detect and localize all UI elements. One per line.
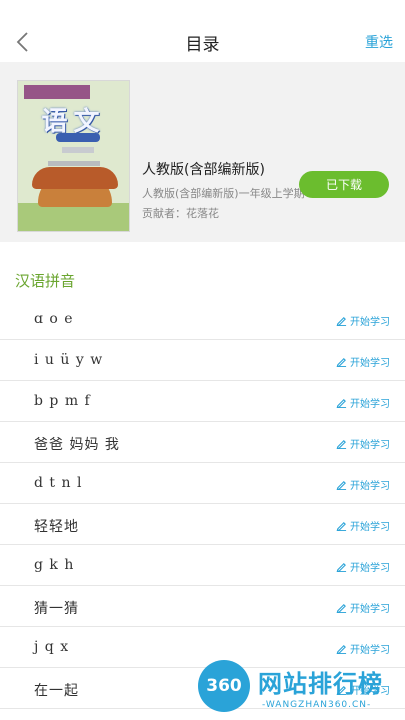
start-learning-label: 开始学习 [350, 440, 390, 451]
lesson-label: 爸爸 妈妈 我 [34, 437, 120, 453]
start-learning-label: 开始学习 [350, 358, 390, 369]
pencil-icon [336, 685, 347, 695]
book-name: 人教版(含部编新版) [142, 162, 265, 178]
start-learning-label: 开始学习 [350, 686, 390, 697]
chevron-left-icon [16, 32, 28, 52]
pencil-icon [336, 439, 347, 449]
pencil-icon [336, 562, 347, 572]
lesson-row[interactable]: d t n l 开始学习 [0, 463, 405, 504]
lesson-label: 在一起 [34, 683, 79, 699]
start-learning-label: 开始学习 [350, 481, 390, 492]
start-learning-label: 开始学习 [350, 317, 390, 328]
lesson-label: i u ü y w [34, 352, 104, 368]
lesson-row[interactable]: 在一起 开始学习 [0, 668, 405, 709]
lesson-row[interactable]: ɑ o e 开始学习 [0, 299, 405, 340]
start-learning-label: 开始学习 [350, 399, 390, 410]
lesson-label: g k h [34, 557, 75, 573]
lesson-label: ɑ o e [34, 311, 74, 327]
start-learning-button[interactable]: 开始学习 [336, 559, 390, 574]
lesson-label: 轻轻地 [34, 519, 79, 535]
start-learning-button[interactable]: 开始学习 [336, 641, 390, 656]
section-title: 汉语拼音 [15, 272, 76, 290]
lesson-row[interactable]: j q x 开始学习 [0, 627, 405, 668]
pencil-icon [336, 521, 347, 531]
lesson-row[interactable]: i u ü y w 开始学习 [0, 340, 405, 381]
lesson-row[interactable]: 猜一猜 开始学习 [0, 586, 405, 627]
start-learning-button[interactable]: 开始学习 [336, 518, 390, 533]
start-learning-label: 开始学习 [350, 604, 390, 615]
lesson-list: ɑ o e 开始学习 i u ü y w 开始学习 b p m f 开始学习 爸爸 妈妈 我… [0, 299, 405, 709]
cover-roof [32, 167, 118, 189]
pencil-icon [336, 316, 347, 326]
pencil-icon [336, 398, 347, 408]
pencil-icon [336, 480, 347, 490]
downloaded-button[interactable]: 已下载 [299, 171, 389, 198]
start-learning-label: 开始学习 [350, 563, 390, 574]
reset-button[interactable]: 重选 [365, 32, 393, 52]
start-learning-button[interactable]: 开始学习 [336, 477, 390, 492]
book-edition: 人教版(含部编新版)一年级上学期 [142, 187, 305, 200]
pencil-icon [336, 603, 347, 613]
cover-subtitle-band [56, 133, 100, 142]
start-learning-button[interactable]: 开始学习 [336, 395, 390, 410]
book-info-panel: 语文 人教版(含部编新版) 人教版(含部编新版)一年级上学期 贡献者：花落花 [0, 62, 405, 242]
start-learning-button[interactable]: 开始学习 [336, 436, 390, 451]
lesson-row[interactable]: 爸爸 妈妈 我 开始学习 [0, 422, 405, 463]
lesson-label: j q x [34, 639, 70, 655]
start-learning-label: 开始学习 [350, 522, 390, 533]
book-cover-image: 语文 [17, 80, 130, 232]
lesson-row[interactable]: g k h 开始学习 [0, 545, 405, 586]
start-learning-button[interactable]: 开始学习 [336, 682, 390, 697]
cover-banner [24, 85, 90, 99]
pencil-icon [336, 357, 347, 367]
pencil-icon [336, 644, 347, 654]
lesson-row[interactable]: 轻轻地 开始学习 [0, 504, 405, 545]
back-button[interactable] [8, 28, 36, 56]
lesson-label: 猜一猜 [34, 601, 79, 617]
start-learning-button[interactable]: 开始学习 [336, 354, 390, 369]
cover-publisher-band [48, 161, 100, 166]
lesson-label: d t n l [34, 475, 83, 491]
page-title: 目录 [185, 35, 220, 55]
lesson-label: b p m f [34, 393, 91, 409]
lesson-row[interactable]: b p m f 开始学习 [0, 381, 405, 422]
cover-ground [18, 203, 129, 231]
start-learning-button[interactable]: 开始学习 [336, 600, 390, 615]
cover-grade-band [62, 147, 94, 153]
book-contributor: 贡献者：花落花 [142, 207, 219, 220]
start-learning-label: 开始学习 [350, 645, 390, 656]
start-learning-button[interactable]: 开始学习 [336, 313, 390, 328]
